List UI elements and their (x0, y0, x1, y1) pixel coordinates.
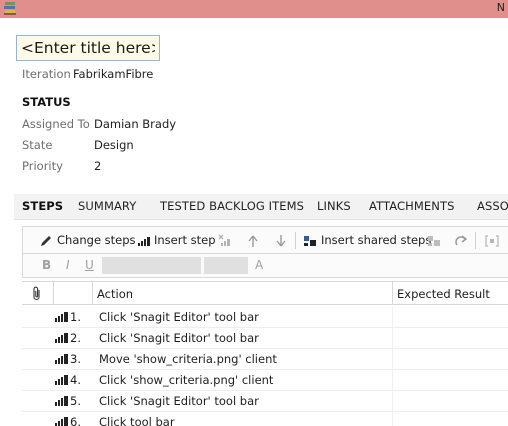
parameter-icon[interactable] (485, 234, 499, 248)
step-action[interactable]: Click 'Snagit Editor' tool bar (99, 331, 259, 345)
column-header-expected-result[interactable]: Expected Result (397, 282, 490, 305)
steps-grid-body: 1. Click 'Snagit Editor' tool bar 2. Cli… (22, 307, 508, 426)
redo-icon[interactable] (454, 234, 468, 248)
change-steps-button[interactable]: Change steps (57, 233, 136, 247)
toolbar-separator-2 (475, 232, 476, 249)
table-row[interactable]: 2. Click 'Snagit Editor' tool bar (22, 328, 508, 349)
toolbar-separator (295, 232, 296, 249)
italic-button[interactable]: I (66, 258, 70, 272)
window-titlebar: N (0, 0, 508, 18)
step-number: 5. (70, 394, 81, 408)
grid-divider (392, 349, 393, 370)
delete-step-icon[interactable] (218, 234, 232, 248)
insert-shared-steps-icon (304, 236, 316, 246)
tab-associated[interactable]: ASSOC (477, 199, 508, 213)
paperclip-icon (33, 286, 40, 301)
formatting-toolbar: B I U A (22, 254, 508, 278)
step-icon (55, 375, 68, 385)
step-action[interactable]: Click 'Snagit Editor' tool bar (99, 394, 259, 408)
tab-summary[interactable]: SUMMARY (78, 199, 136, 213)
tab-links[interactable]: LINKS (317, 199, 351, 213)
tab-attachments[interactable]: ATTACHMENTS (369, 199, 455, 213)
assigned-to-label: Assigned To (22, 117, 90, 131)
title-input[interactable] (16, 35, 160, 61)
pencil-icon (41, 236, 51, 246)
insert-step-button[interactable]: Insert step (154, 233, 216, 247)
step-icon (55, 312, 68, 322)
state-label: State (22, 138, 53, 152)
underline-button[interactable]: U (85, 258, 94, 272)
state-value[interactable]: Design (94, 138, 134, 152)
step-action[interactable]: Move 'show_criteria.png' client (99, 352, 277, 366)
step-action[interactable]: Click 'show_criteria.png' client (99, 373, 273, 387)
table-row[interactable]: 4. Click 'show_criteria.png' client (22, 370, 508, 391)
move-up-icon[interactable] (246, 234, 260, 248)
steps-grid-header: Action Expected Result (22, 281, 508, 305)
tab-tested-backlog-items[interactable]: TESTED BACKLOG ITEMS (160, 199, 304, 213)
create-shared-steps-icon[interactable] (427, 234, 441, 248)
grid-divider (53, 282, 54, 305)
move-down-icon[interactable] (274, 234, 288, 248)
grid-divider (392, 282, 393, 305)
tab-bar: STEPS SUMMARY TESTED BACKLOG ITEMS LINKS… (14, 194, 508, 220)
stacked-books-icon (4, 2, 16, 15)
step-action[interactable]: Click tool bar (99, 415, 175, 426)
step-number: 1. (70, 310, 81, 324)
priority-value[interactable]: 2 (94, 159, 101, 173)
grid-divider (92, 282, 93, 305)
font-size-select[interactable] (204, 257, 248, 274)
font-name-select[interactable] (102, 257, 201, 274)
step-number: 6. (70, 415, 81, 426)
table-row[interactable]: 3. Move 'show_criteria.png' client (22, 349, 508, 370)
grid-divider (392, 412, 393, 426)
bold-button[interactable]: B (42, 258, 51, 272)
grid-divider (392, 370, 393, 391)
step-icon (55, 417, 68, 426)
status-heading: STATUS (22, 95, 71, 109)
assigned-to-value[interactable]: Damian Brady (94, 117, 176, 131)
grid-divider (392, 328, 393, 349)
grid-divider (392, 391, 393, 412)
tab-steps[interactable]: STEPS (22, 199, 63, 213)
step-number: 4. (70, 373, 81, 387)
table-row[interactable]: 1. Click 'Snagit Editor' tool bar (22, 307, 508, 328)
iteration-value[interactable]: FabrikamFibre (73, 67, 153, 81)
column-header-action[interactable]: Action (97, 282, 133, 305)
step-number: 2. (70, 331, 81, 345)
step-icon (55, 396, 68, 406)
table-row[interactable]: 6. Click tool bar (22, 412, 508, 426)
steps-toolbar: Change steps Insert step Insert shared s… (22, 226, 508, 254)
step-icon (55, 333, 68, 343)
priority-label: Priority (22, 159, 63, 173)
grid-divider (392, 307, 393, 328)
insert-step-icon (138, 237, 150, 246)
insert-shared-steps-button[interactable]: Insert shared steps (321, 233, 431, 247)
table-row[interactable]: 5. Click 'Snagit Editor' tool bar (22, 391, 508, 412)
font-color-button[interactable]: A (255, 258, 263, 272)
step-icon (55, 354, 68, 364)
step-action[interactable]: Click 'Snagit Editor' tool bar (99, 310, 259, 324)
iteration-label: Iteration (22, 67, 71, 81)
step-number: 3. (70, 352, 81, 366)
window-title: N (496, 1, 505, 14)
